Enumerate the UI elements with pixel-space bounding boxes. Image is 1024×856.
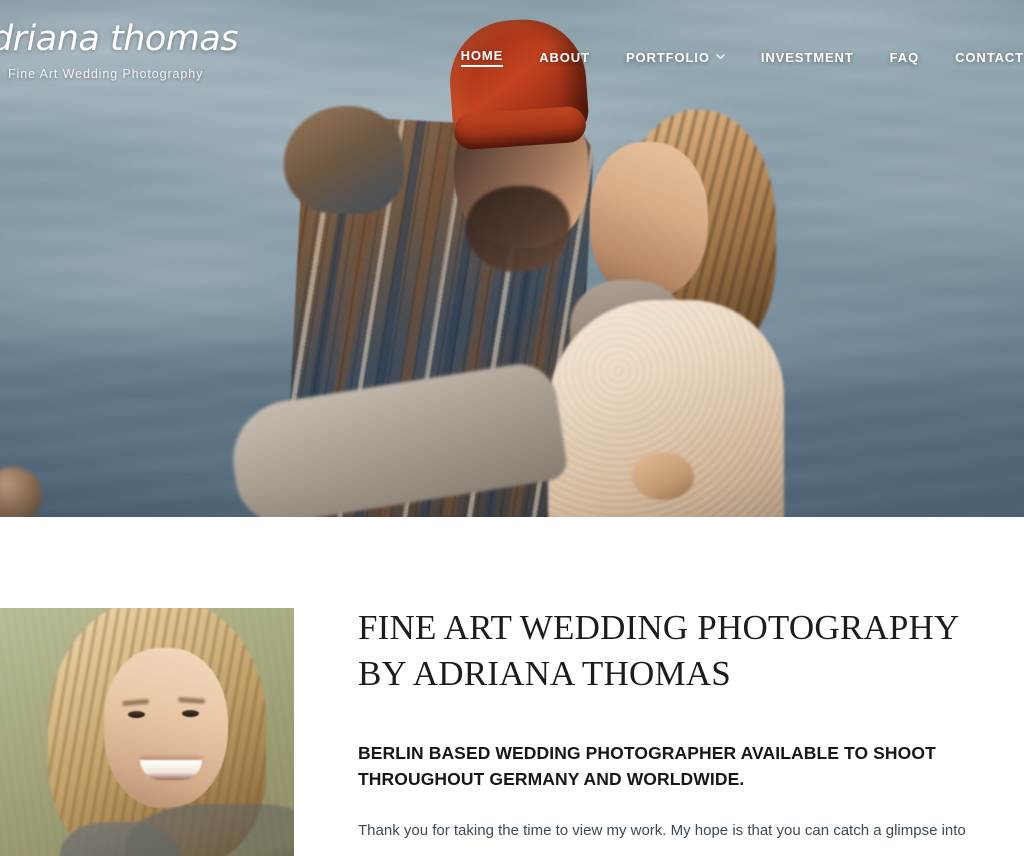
brand-name: adriana thomas bbox=[0, 19, 239, 59]
nav-item-about[interactable]: ABOUT bbox=[521, 50, 608, 65]
page-title-line-2: BY ADRIANA THOMAS bbox=[358, 654, 731, 694]
nav-item-about-label: ABOUT bbox=[539, 50, 590, 65]
main-navigation: HOME ABOUT PORTFOLIO INVESTMENT FAQ CONT… bbox=[443, 48, 1024, 67]
nav-item-home[interactable]: HOME bbox=[443, 48, 522, 67]
page-title-line-1: FINE ART WEDDING PHOTOGRAPHY bbox=[358, 608, 960, 647]
photographer-portrait bbox=[0, 608, 294, 856]
nav-item-portfolio-label: PORTFOLIO bbox=[625, 50, 710, 65]
brand-logo[interactable]: adriana thomas Fine Art Wedding Photogra… bbox=[0, 19, 239, 82]
nav-item-home-label: HOME bbox=[460, 48, 504, 67]
intro-section: FINE ART WEDDING PHOTOGRAPHY BY ADRIANA … bbox=[0, 517, 1024, 856]
page-root: adriana thomas Fine Art Wedding Photogra… bbox=[0, 0, 1024, 856]
nav-item-faq[interactable]: FAQ bbox=[872, 50, 937, 65]
nav-item-contact[interactable]: CONTACT bbox=[937, 50, 1024, 65]
intro-paragraph: Thank you for taking the time to view my… bbox=[358, 822, 966, 840]
nav-item-investment[interactable]: INVESTMENT bbox=[743, 50, 872, 65]
nav-item-contact-label: CONTACT bbox=[955, 50, 1024, 65]
intro-copy: FINE ART WEDDING PHOTOGRAPHY BY ADRIANA … bbox=[358, 605, 998, 844]
page-title: FINE ART WEDDING PHOTOGRAPHY BY ADRIANA … bbox=[358, 605, 998, 697]
nav-item-faq-label: FAQ bbox=[889, 50, 920, 65]
portrait-eye-left bbox=[128, 711, 145, 718]
nav-item-portfolio[interactable]: PORTFOLIO bbox=[608, 50, 743, 65]
brand-tagline: Fine Art Wedding Photography bbox=[8, 67, 204, 81]
man-hand bbox=[632, 452, 694, 500]
man-beard bbox=[466, 186, 570, 272]
portrait-eye-right bbox=[182, 710, 199, 717]
nav-item-investment-label: INVESTMENT bbox=[760, 50, 854, 65]
page-subtitle: BERLIN BASED WEDDING PHOTOGRAPHER AVAILA… bbox=[358, 743, 936, 789]
site-header: adriana thomas Fine Art Wedding Photogra… bbox=[0, 0, 1024, 104]
man-poncho-hood bbox=[284, 106, 404, 214]
woman-head bbox=[590, 142, 708, 298]
portrait-face bbox=[104, 648, 228, 808]
chevron-down-icon bbox=[716, 52, 725, 61]
